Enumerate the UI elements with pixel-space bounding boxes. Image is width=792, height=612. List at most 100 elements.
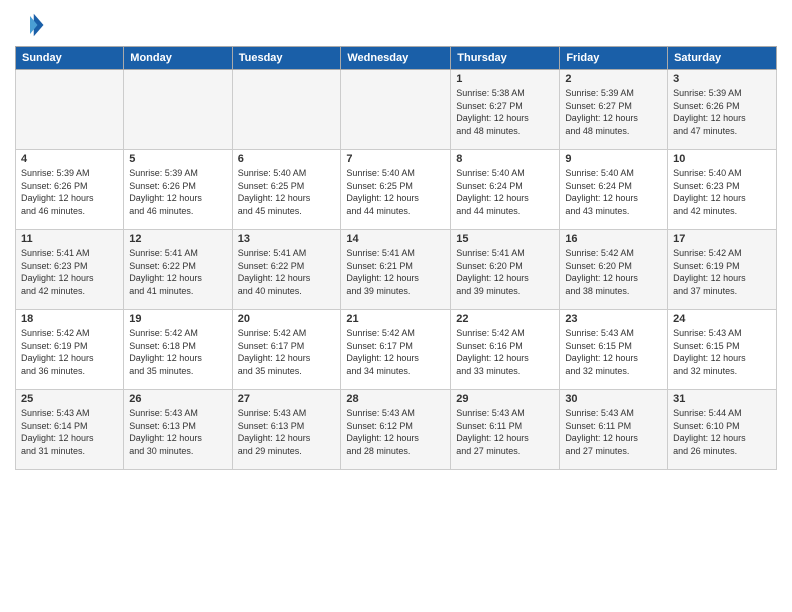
day-header-tuesday: Tuesday (232, 47, 341, 70)
day-info: Sunrise: 5:43 AM Sunset: 6:15 PM Dayligh… (565, 327, 662, 377)
day-info: Sunrise: 5:40 AM Sunset: 6:24 PM Dayligh… (565, 167, 662, 217)
day-number: 21 (346, 313, 445, 325)
day-number: 9 (565, 153, 662, 165)
calendar-cell: 30 Sunrise: 5:43 AM Sunset: 6:11 PM Dayli… (560, 390, 668, 470)
calendar-cell: 3 Sunrise: 5:39 AM Sunset: 6:26 PM Daylig… (668, 70, 777, 150)
day-info: Sunrise: 5:40 AM Sunset: 6:23 PM Dayligh… (673, 167, 771, 217)
logo (15, 10, 49, 40)
day-number: 30 (565, 393, 662, 405)
day-number: 8 (456, 153, 554, 165)
calendar-cell: 11 Sunrise: 5:41 AM Sunset: 6:23 PM Dayli… (16, 230, 124, 310)
calendar-week-3: 11 Sunrise: 5:41 AM Sunset: 6:23 PM Dayli… (16, 230, 777, 310)
calendar-cell: 1Sunrise: 5:38 AM Sunset: 6:27 PM Daylig… (451, 70, 560, 150)
calendar-cell: 2 Sunrise: 5:39 AM Sunset: 6:27 PM Daylig… (560, 70, 668, 150)
day-number: 26 (129, 393, 226, 405)
day-header-wednesday: Wednesday (341, 47, 451, 70)
calendar-cell: 24Sunrise: 5:43 AM Sunset: 6:15 PM Dayli… (668, 310, 777, 390)
calendar-week-4: 18 Sunrise: 5:42 AM Sunset: 6:19 PM Dayli… (16, 310, 777, 390)
day-info: Sunrise: 5:41 AM Sunset: 6:23 PM Dayligh… (21, 247, 118, 297)
calendar-cell: 14 Sunrise: 5:41 AM Sunset: 6:21 PM Dayli… (341, 230, 451, 310)
day-number: 19 (129, 313, 226, 325)
day-number: 24 (673, 313, 771, 325)
day-info: Sunrise: 5:41 AM Sunset: 6:22 PM Dayligh… (129, 247, 226, 297)
header (15, 10, 777, 40)
calendar-header-row: SundayMondayTuesdayWednesdayThursdayFrid… (16, 47, 777, 70)
day-info: Sunrise: 5:42 AM Sunset: 6:17 PM Dayligh… (238, 327, 336, 377)
calendar-cell: 6Sunrise: 5:40 AM Sunset: 6:25 PM Daylig… (232, 150, 341, 230)
calendar-cell: 4 Sunrise: 5:39 AM Sunset: 6:26 PM Daylig… (16, 150, 124, 230)
calendar-cell (16, 70, 124, 150)
calendar-cell: 13 Sunrise: 5:41 AM Sunset: 6:22 PM Dayli… (232, 230, 341, 310)
calendar-cell: 10 Sunrise: 5:40 AM Sunset: 6:23 PM Dayli… (668, 150, 777, 230)
calendar-cell: 18 Sunrise: 5:42 AM Sunset: 6:19 PM Dayli… (16, 310, 124, 390)
day-number: 16 (565, 233, 662, 245)
day-number: 18 (21, 313, 118, 325)
day-info: Sunrise: 5:43 AM Sunset: 6:14 PM Dayligh… (21, 407, 118, 457)
day-number: 4 (21, 153, 118, 165)
calendar-cell: 21 Sunrise: 5:42 AM Sunset: 6:17 PM Dayli… (341, 310, 451, 390)
calendar-cell: 28 Sunrise: 5:43 AM Sunset: 6:12 PM Dayli… (341, 390, 451, 470)
calendar-cell (124, 70, 232, 150)
day-number: 15 (456, 233, 554, 245)
calendar-cell: 9 Sunrise: 5:40 AM Sunset: 6:24 PM Daylig… (560, 150, 668, 230)
day-info: Sunrise: 5:43 AM Sunset: 6:12 PM Dayligh… (346, 407, 445, 457)
day-number: 7 (346, 153, 445, 165)
calendar-cell: 26Sunrise: 5:43 AM Sunset: 6:13 PM Dayli… (124, 390, 232, 470)
logo-icon (15, 10, 45, 40)
day-header-saturday: Saturday (668, 47, 777, 70)
day-header-thursday: Thursday (451, 47, 560, 70)
day-info: Sunrise: 5:41 AM Sunset: 6:21 PM Dayligh… (346, 247, 445, 297)
calendar: SundayMondayTuesdayWednesdayThursdayFrid… (15, 46, 777, 470)
calendar-cell: 17 Sunrise: 5:42 AM Sunset: 6:19 PM Dayli… (668, 230, 777, 310)
calendar-cell: 8 Sunrise: 5:40 AM Sunset: 6:24 PM Daylig… (451, 150, 560, 230)
calendar-cell: 7 Sunrise: 5:40 AM Sunset: 6:25 PM Daylig… (341, 150, 451, 230)
day-number: 11 (21, 233, 118, 245)
day-number: 27 (238, 393, 336, 405)
calendar-cell: 19Sunrise: 5:42 AM Sunset: 6:18 PM Dayli… (124, 310, 232, 390)
day-number: 25 (21, 393, 118, 405)
day-number: 28 (346, 393, 445, 405)
day-info: Sunrise: 5:42 AM Sunset: 6:17 PM Dayligh… (346, 327, 445, 377)
calendar-cell: 31 Sunrise: 5:44 AM Sunset: 6:10 PM Dayli… (668, 390, 777, 470)
day-info: Sunrise: 5:39 AM Sunset: 6:26 PM Dayligh… (673, 87, 771, 137)
day-info: Sunrise: 5:38 AM Sunset: 6:27 PM Dayligh… (456, 87, 554, 137)
day-number: 17 (673, 233, 771, 245)
day-info: Sunrise: 5:39 AM Sunset: 6:27 PM Dayligh… (565, 87, 662, 137)
calendar-cell: 12 Sunrise: 5:41 AM Sunset: 6:22 PM Dayli… (124, 230, 232, 310)
page: SundayMondayTuesdayWednesdayThursdayFrid… (0, 0, 792, 612)
day-header-friday: Friday (560, 47, 668, 70)
calendar-cell: 23 Sunrise: 5:43 AM Sunset: 6:15 PM Dayli… (560, 310, 668, 390)
day-info: Sunrise: 5:40 AM Sunset: 6:25 PM Dayligh… (238, 167, 336, 217)
day-header-sunday: Sunday (16, 47, 124, 70)
day-info: Sunrise: 5:39 AM Sunset: 6:26 PM Dayligh… (21, 167, 118, 217)
day-number: 5 (129, 153, 226, 165)
calendar-cell: 29 Sunrise: 5:43 AM Sunset: 6:11 PM Dayli… (451, 390, 560, 470)
day-number: 12 (129, 233, 226, 245)
day-number: 13 (238, 233, 336, 245)
day-info: Sunrise: 5:43 AM Sunset: 6:11 PM Dayligh… (565, 407, 662, 457)
day-info: Sunrise: 5:42 AM Sunset: 6:19 PM Dayligh… (673, 247, 771, 297)
day-number: 20 (238, 313, 336, 325)
day-info: Sunrise: 5:41 AM Sunset: 6:22 PM Dayligh… (238, 247, 336, 297)
calendar-cell: 22 Sunrise: 5:42 AM Sunset: 6:16 PM Dayli… (451, 310, 560, 390)
day-info: Sunrise: 5:42 AM Sunset: 6:20 PM Dayligh… (565, 247, 662, 297)
day-info: Sunrise: 5:44 AM Sunset: 6:10 PM Dayligh… (673, 407, 771, 457)
day-number: 29 (456, 393, 554, 405)
calendar-cell: 15Sunrise: 5:41 AM Sunset: 6:20 PM Dayli… (451, 230, 560, 310)
day-number: 14 (346, 233, 445, 245)
day-info: Sunrise: 5:40 AM Sunset: 6:25 PM Dayligh… (346, 167, 445, 217)
calendar-cell: 25 Sunrise: 5:43 AM Sunset: 6:14 PM Dayli… (16, 390, 124, 470)
day-info: Sunrise: 5:42 AM Sunset: 6:19 PM Dayligh… (21, 327, 118, 377)
day-info: Sunrise: 5:42 AM Sunset: 6:16 PM Dayligh… (456, 327, 554, 377)
day-number: 31 (673, 393, 771, 405)
calendar-week-1: 1Sunrise: 5:38 AM Sunset: 6:27 PM Daylig… (16, 70, 777, 150)
day-number: 2 (565, 73, 662, 85)
day-number: 23 (565, 313, 662, 325)
day-number: 10 (673, 153, 771, 165)
day-number: 22 (456, 313, 554, 325)
day-info: Sunrise: 5:40 AM Sunset: 6:24 PM Dayligh… (456, 167, 554, 217)
calendar-cell (232, 70, 341, 150)
day-info: Sunrise: 5:43 AM Sunset: 6:11 PM Dayligh… (456, 407, 554, 457)
calendar-cell: 5Sunrise: 5:39 AM Sunset: 6:26 PM Daylig… (124, 150, 232, 230)
day-number: 3 (673, 73, 771, 85)
